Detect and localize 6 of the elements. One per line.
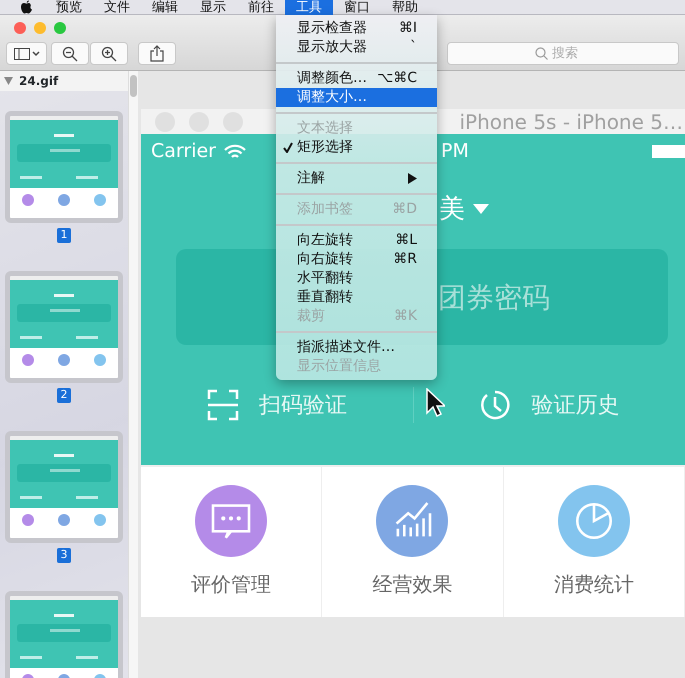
window-title: iPhone 5s - iPhone 5…: [459, 108, 683, 136]
page-number: 2: [57, 388, 71, 403]
carrier-label: Carrier: [151, 139, 216, 164]
page-number: 1: [57, 228, 71, 243]
status-time: PM: [441, 139, 469, 164]
page-number: 3: [57, 548, 71, 563]
